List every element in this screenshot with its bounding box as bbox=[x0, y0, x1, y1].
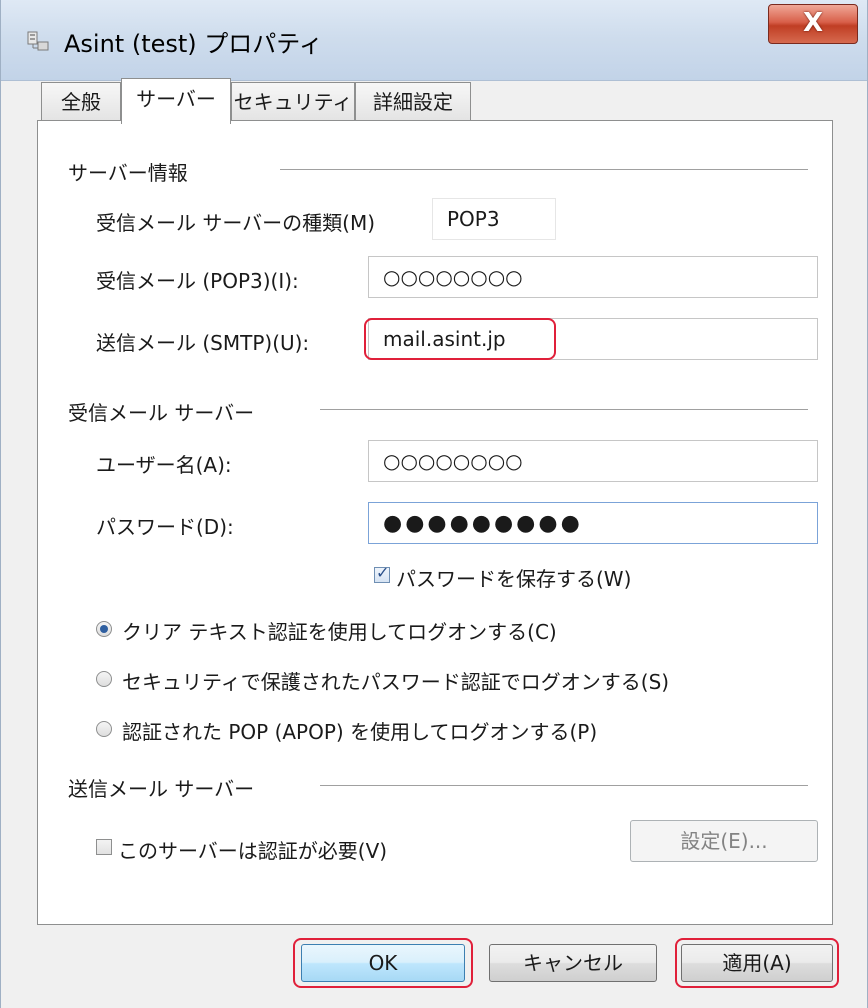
cancel-label: キャンセル bbox=[523, 951, 623, 975]
save-password-checkbox[interactable]: ✓ bbox=[374, 563, 390, 583]
auth-spa-label[interactable]: セキュリティで保護されたパスワード認証でログオンする(S) bbox=[122, 666, 669, 695]
password-label: パスワード(D): bbox=[96, 515, 234, 539]
window-title: Asint (test) プロパティ bbox=[64, 30, 323, 58]
outgoing-settings-label: 設定(E)... bbox=[680, 829, 768, 853]
auth-spa-radio[interactable] bbox=[96, 671, 112, 687]
save-password-label[interactable]: パスワードを保存する(W) bbox=[396, 563, 631, 592]
incoming-type-label: 受信メール サーバーの種類(M) bbox=[96, 211, 376, 235]
section-divider bbox=[320, 409, 808, 410]
auth-required-label[interactable]: このサーバーは認証が必要(V) bbox=[118, 835, 387, 864]
radio-selected-dot bbox=[100, 625, 108, 633]
server-tab-panel: サーバー情報 受信メール サーバーの種類(M) POP3 受信メール (POP3… bbox=[37, 120, 833, 925]
username-input[interactable]: ○○○○○○○○ bbox=[368, 440, 818, 482]
tab-security-label: セキュリティ bbox=[233, 90, 353, 114]
ok-button-highlight bbox=[293, 938, 473, 988]
close-button[interactable]: X bbox=[768, 4, 858, 44]
incoming-server-input[interactable]: ○○○○○○○○ bbox=[368, 256, 818, 298]
outgoing-server-highlight bbox=[364, 318, 556, 360]
auth-apop-radio[interactable] bbox=[96, 721, 112, 737]
mail-account-icon bbox=[27, 31, 49, 51]
tab-security[interactable]: セキュリティ bbox=[231, 82, 355, 120]
password-value: ●●●●●●●●● bbox=[383, 511, 583, 536]
checkmark-icon: ✓ bbox=[376, 563, 390, 582]
apply-button-highlight bbox=[675, 938, 839, 988]
password-input[interactable]: ●●●●●●●●● bbox=[368, 502, 818, 544]
close-icon: X bbox=[802, 8, 824, 38]
section-divider bbox=[320, 785, 808, 786]
tab-server-label: サーバー bbox=[136, 87, 216, 111]
incoming-server-heading: 受信メール サーバー bbox=[68, 401, 255, 425]
title-bar[interactable]: Asint (test) プロパティ X bbox=[1, 0, 867, 81]
tab-server[interactable]: サーバー bbox=[121, 78, 231, 124]
auth-clear-text-label[interactable]: クリア テキスト認証を使用してログオンする(C) bbox=[122, 616, 557, 645]
tab-general[interactable]: 全般 bbox=[41, 82, 121, 120]
cancel-button[interactable]: キャンセル bbox=[489, 944, 657, 982]
username-label: ユーザー名(A): bbox=[96, 453, 232, 477]
incoming-server-value: ○○○○○○○○ bbox=[383, 265, 523, 289]
tab-general-label: 全般 bbox=[61, 90, 101, 114]
server-info-heading: サーバー情報 bbox=[68, 161, 188, 185]
username-value: ○○○○○○○○ bbox=[383, 449, 523, 473]
tab-advanced[interactable]: 詳細設定 bbox=[355, 82, 471, 120]
section-divider bbox=[280, 169, 808, 170]
incoming-type-value: POP3 bbox=[447, 207, 500, 231]
outgoing-server-label: 送信メール (SMTP)(U): bbox=[96, 331, 310, 355]
outgoing-settings-button[interactable]: 設定(E)... bbox=[630, 820, 818, 862]
tab-advanced-label: 詳細設定 bbox=[373, 90, 453, 114]
auth-apop-label[interactable]: 認証された POP (APOP) を使用してログオンする(P) bbox=[122, 716, 597, 745]
auth-clear-text-radio[interactable] bbox=[96, 621, 112, 637]
incoming-type-field: POP3 bbox=[432, 198, 556, 240]
auth-required-checkbox[interactable] bbox=[96, 839, 112, 855]
properties-dialog: Asint (test) プロパティ X 全般 サーバー セキュリティ 詳細設定… bbox=[0, 0, 868, 1008]
outgoing-server-heading: 送信メール サーバー bbox=[68, 777, 255, 801]
incoming-server-label: 受信メール (POP3)(I): bbox=[96, 269, 299, 293]
